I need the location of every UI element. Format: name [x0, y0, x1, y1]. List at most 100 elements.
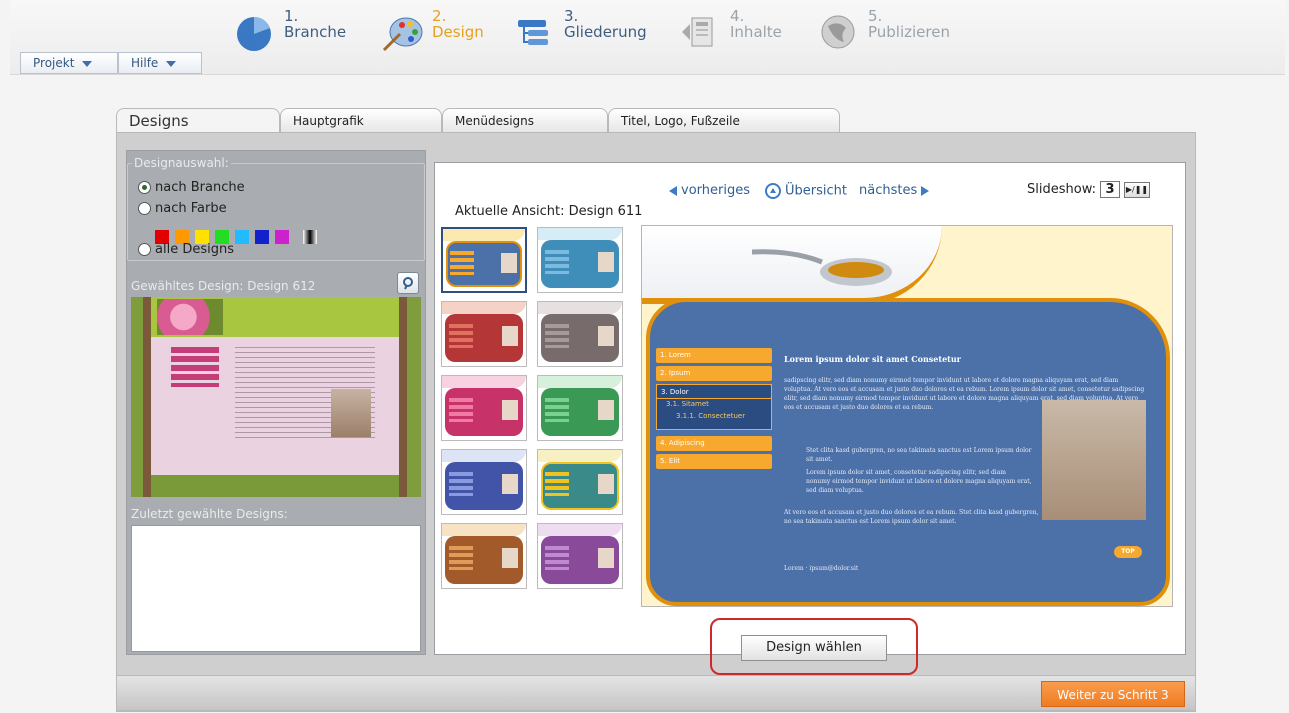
step-label: Design — [432, 23, 484, 41]
tab-titel-logo-fusszeile[interactable]: Titel, Logo, Fußzeile — [608, 108, 840, 134]
step-branche[interactable]: 1. Branche — [232, 8, 346, 64]
radio-nach-branche[interactable]: nach Branche — [138, 180, 245, 195]
tab-hauptgrafik[interactable]: Hauptgrafik — [280, 108, 442, 134]
design-thumbnail[interactable] — [441, 375, 527, 441]
zoom-button[interactable] — [397, 272, 419, 294]
tab-designs[interactable]: Designs — [116, 108, 280, 135]
next-link[interactable]: nächstes — [859, 183, 930, 198]
thumb-menu — [449, 398, 473, 422]
next-label: nächstes — [859, 183, 918, 198]
design-thumbnail[interactable] — [537, 449, 623, 515]
thumb-photo — [598, 326, 614, 346]
design-navigation: vorheriges Übersicht nächstes Slideshow:… — [435, 181, 1187, 203]
preview-top-button: TOP — [1114, 546, 1142, 558]
thumb-menu — [449, 546, 473, 570]
design-thumbnail[interactable] — [537, 523, 623, 589]
preview-menu-item: 4. Adipiscing — [656, 436, 772, 451]
step-number: 1. — [284, 7, 299, 25]
color-swatch-black-white[interactable] — [303, 230, 317, 244]
preview-submenu-item: 3.1. Sitamet — [666, 400, 709, 408]
outline-icon — [518, 20, 548, 45]
step-label: Inhalte — [730, 23, 782, 41]
arrow-left-icon — [669, 185, 677, 196]
radio-icon — [138, 202, 151, 215]
designauswahl-legend: Designauswahl: — [132, 156, 231, 170]
spoon-image — [752, 249, 892, 286]
choose-design-button[interactable]: Design wählen — [741, 635, 887, 661]
design-thumbnail[interactable] — [537, 301, 623, 367]
thumb-top — [538, 450, 622, 462]
overview-label: Übersicht — [785, 183, 847, 199]
step-number: 2. — [432, 7, 447, 25]
preview-photo — [1042, 400, 1146, 520]
arrow-right-icon — [921, 185, 930, 196]
design-thumbnail[interactable] — [441, 523, 527, 589]
radio-nach-farbe[interactable]: nach Farbe — [138, 201, 227, 216]
preview-bullet: Lorem ipsum dolor sit amet, consetetur s… — [806, 469, 1032, 494]
preview-content: 1. Lorem 2. Ipsum 3. Dolor 3.1. Sitamet … — [646, 298, 1170, 606]
magnifier-icon — [403, 277, 413, 290]
previous-link[interactable]: vorheriges — [669, 183, 750, 198]
overview-link[interactable]: Übersicht — [765, 183, 847, 199]
hilfe-menu-button[interactable]: Hilfe — [118, 52, 202, 74]
chosen-design-preview — [131, 297, 421, 497]
hilfe-label: Hilfe — [131, 56, 159, 70]
palette-icon — [382, 17, 423, 52]
step-publizieren: 5. Publizieren — [816, 8, 950, 64]
color-swatch-cyan[interactable] — [235, 230, 249, 244]
design-selection-column: Designauswahl: nach Branche nach Farbe a… — [126, 150, 426, 655]
thumb-menu — [449, 472, 473, 496]
step-inhalte: 4. Inhalte — [678, 8, 782, 64]
radio-label: nach Farbe — [155, 201, 227, 216]
color-swatch-blue[interactable] — [255, 230, 269, 244]
choose-design-highlight: Design wählen — [710, 618, 918, 675]
thumb-menu — [545, 398, 569, 422]
color-swatch-magenta[interactable] — [275, 230, 289, 244]
projekt-menu-button[interactable]: Projekt — [20, 52, 118, 74]
design-thumbnail[interactable] — [441, 227, 527, 293]
thumb-photo — [598, 252, 614, 272]
design-browser: vorheriges Übersicht nächstes Slideshow:… — [434, 162, 1186, 655]
tab-menuedesigns[interactable]: Menüdesigns — [442, 108, 608, 134]
thumb-menu — [545, 546, 569, 570]
design-thumbnail[interactable] — [441, 449, 527, 515]
preview-submenu-item: 3.1.1. Consectetuer — [676, 412, 746, 420]
thumb-photo — [502, 548, 518, 568]
step-gliederung[interactable]: 3. Gliederung — [512, 8, 647, 64]
thumb-top — [443, 229, 525, 241]
design-large-preview: 1. Lorem 2. Ipsum 3. Dolor 3.1. Sitamet … — [641, 225, 1173, 607]
thumb-photo — [598, 400, 614, 420]
thumb-top — [442, 302, 526, 314]
projekt-label: Projekt — [33, 56, 75, 70]
radio-alle-designs[interactable]: alle Designs — [138, 242, 234, 257]
previous-label: vorheriges — [681, 183, 750, 198]
preview-title: Lorem ipsum dolor sit amet Consetetur — [784, 354, 961, 364]
slideshow-interval-field[interactable]: 3 — [1100, 181, 1120, 198]
preview-footer: Lorem · ipsum@dolor.sit — [784, 565, 859, 572]
thumb-top — [442, 450, 526, 462]
design-thumbnail[interactable] — [537, 375, 623, 441]
thumb-photo — [502, 400, 518, 420]
step-design[interactable]: 2. Design — [380, 8, 484, 64]
thumb-photo — [502, 474, 518, 494]
next-step-button[interactable]: Weiter zu Schritt 3 — [1041, 681, 1185, 707]
preview-footer — [151, 475, 399, 497]
thumb-top — [442, 524, 526, 536]
preview-photo — [331, 389, 371, 437]
preview-menu-item: 3. Dolor — [656, 384, 772, 399]
top-bar: Projekt Hilfe 1. Branche 2. Design 3. Glied… — [10, 0, 1285, 75]
chevron-down-icon — [166, 60, 177, 67]
slideshow-control: Slideshow: 3 ▶/❚❚ — [1027, 181, 1150, 198]
play-pause-button[interactable]: ▶/❚❚ — [1124, 181, 1150, 198]
recent-designs-list — [131, 525, 421, 652]
current-view-label: Aktuelle Ansicht: Design 611 — [455, 204, 643, 219]
design-thumbnail[interactable] — [441, 301, 527, 367]
design-thumbnail[interactable] — [537, 227, 623, 293]
step-number: 4. — [730, 7, 745, 25]
thumb-top — [442, 376, 526, 388]
preview-bullet: Stet clita kasd gubergren, no sea takima… — [806, 447, 1032, 463]
flower-image — [157, 299, 223, 335]
slideshow-label: Slideshow: — [1027, 182, 1096, 197]
designauswahl-group: Designauswahl: nach Branche nach Farbe a… — [127, 156, 425, 261]
step-label: Publizieren — [868, 23, 950, 41]
